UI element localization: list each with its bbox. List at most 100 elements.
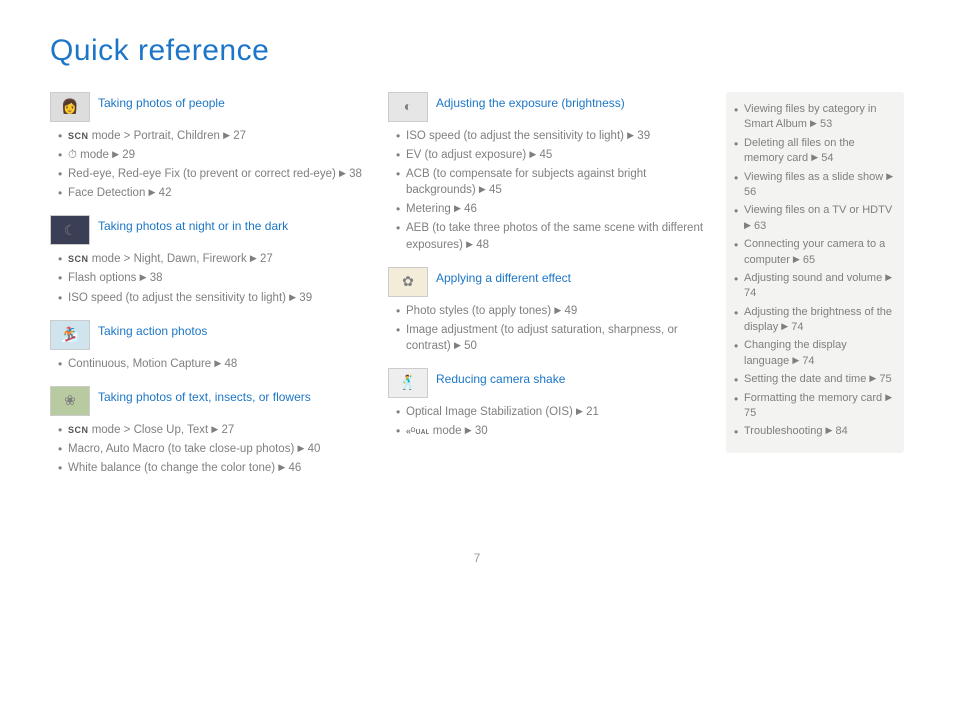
section-icon: ◐: [388, 92, 428, 122]
section: ✿Applying a different effectPhoto styles…: [388, 267, 708, 354]
page-ref[interactable]: 49: [564, 305, 577, 317]
page-ref[interactable]: 27: [260, 253, 273, 265]
page-ref[interactable]: 42: [159, 187, 172, 199]
page-ref[interactable]: 48: [476, 239, 489, 251]
page-ref[interactable]: 50: [464, 340, 477, 352]
arrow-icon: ▶: [529, 149, 536, 159]
page-title: Quick reference: [50, 30, 904, 72]
arrow-icon: ▶: [454, 340, 461, 350]
column-2: ◐Adjusting the exposure (brightness)ISO …: [388, 92, 708, 490]
section-title[interactable]: Taking action photos: [98, 320, 207, 340]
list-item: Viewing files by category in Smart Album…: [734, 102, 894, 133]
list-item: SCN mode > Portrait, Children ▶ 27: [58, 128, 370, 144]
list-item: Metering ▶ 46: [396, 201, 708, 217]
page-ref[interactable]: 40: [308, 443, 321, 455]
list-item: Troubleshooting ▶ 84: [734, 424, 894, 439]
arrow-icon: ▶: [554, 305, 561, 315]
arrow-icon: ▶: [869, 373, 876, 383]
page-ref[interactable]: 39: [637, 130, 650, 142]
page-ref[interactable]: 63: [754, 220, 766, 232]
section-title[interactable]: Taking photos of text, insects, or flowe…: [98, 386, 311, 406]
page-ref[interactable]: 53: [820, 118, 832, 130]
list-item: Viewing files on a TV or HDTV ▶ 63: [734, 203, 894, 234]
page-ref[interactable]: 46: [464, 203, 477, 215]
arrow-icon: ▶: [627, 130, 634, 140]
list-item: EV (to adjust exposure) ▶ 45: [396, 147, 708, 163]
arrow-icon: ▶: [792, 355, 799, 365]
list-item: ACB (to compensate for subjects against …: [396, 166, 708, 198]
item-text: Formatting the memory card: [744, 392, 885, 404]
page-ref[interactable]: 74: [791, 321, 803, 333]
dual-icon: «ᴰᴜᴀʟ: [406, 426, 430, 436]
section-list: Continuous, Motion Capture ▶ 48: [58, 356, 370, 372]
columns: 👩Taking photos of peopleSCN mode > Portr…: [50, 92, 904, 490]
arrow-icon: ▶: [744, 220, 751, 230]
page-ref[interactable]: 21: [586, 406, 599, 418]
item-text: mode: [430, 425, 465, 437]
arrow-icon: ▶: [297, 443, 304, 453]
section: ❀ Taking photos of text, insects, or flow…: [50, 386, 370, 476]
list-item: Red-eye, Red-eye Fix (to prevent or corr…: [58, 166, 370, 182]
page-ref[interactable]: 45: [540, 149, 553, 161]
list-item: Macro, Auto Macro (to take close-up phot…: [58, 441, 370, 457]
page-ref[interactable]: 30: [475, 425, 488, 437]
arrow-icon: ▶: [149, 187, 156, 197]
page-ref[interactable]: 74: [802, 355, 814, 367]
page-ref[interactable]: 54: [821, 152, 833, 164]
arrow-icon: ▶: [465, 425, 472, 435]
arrow-icon: ▶: [793, 254, 800, 264]
page-ref[interactable]: 45: [489, 184, 502, 196]
page-ref[interactable]: 74: [744, 287, 756, 299]
page-ref[interactable]: 38: [150, 272, 163, 284]
arrow-icon: ▶: [810, 118, 817, 128]
arrow-icon: ▶: [826, 425, 833, 435]
list-item: Adjusting the brightness of the display …: [734, 305, 894, 336]
column-1: 👩Taking photos of peopleSCN mode > Portr…: [50, 92, 370, 490]
arrow-icon: ▶: [214, 358, 221, 368]
page-ref[interactable]: 27: [221, 424, 234, 436]
item-text: Troubleshooting: [744, 425, 826, 437]
page-ref[interactable]: 27: [233, 130, 246, 142]
list-item: Photo styles (to apply tones) ▶ 49: [396, 303, 708, 319]
arrow-icon: ▶: [140, 272, 147, 282]
page-ref[interactable]: 29: [122, 149, 135, 161]
section-title[interactable]: Applying a different effect: [436, 267, 571, 287]
section-list: Photo styles (to apply tones) ▶ 49 Image …: [396, 303, 708, 354]
arrow-icon: ▶: [211, 424, 218, 434]
arrow-icon: ▶: [278, 462, 285, 472]
arrow-icon: ▶: [112, 149, 119, 159]
item-text: Adjusting the brightness of the display: [744, 306, 892, 333]
section-title[interactable]: Adjusting the exposure (brightness): [436, 92, 625, 112]
scn-icon: SCN: [68, 254, 89, 264]
list-item: Connecting your camera to a computer ▶ 6…: [734, 237, 894, 268]
section-title[interactable]: Reducing camera shake: [436, 368, 565, 388]
page-ref[interactable]: 38: [349, 168, 362, 180]
page-ref[interactable]: 84: [836, 425, 848, 437]
list-item: Image adjustment (to adjust saturation, …: [396, 322, 708, 354]
page-ref[interactable]: 48: [225, 358, 238, 370]
arrow-icon: ▶: [885, 272, 892, 282]
item-text: Deleting all files on the memory card: [744, 137, 855, 164]
list-item: «ᴰᴜᴀʟ mode ▶ 30: [396, 423, 708, 439]
page-ref[interactable]: 75: [744, 407, 756, 419]
section-title[interactable]: Taking photos of people: [98, 92, 225, 112]
page-ref[interactable]: 75: [879, 373, 891, 385]
page-ref[interactable]: 65: [803, 254, 815, 266]
page-ref[interactable]: 39: [299, 292, 312, 304]
side-box: Viewing files by category in Smart Album…: [726, 92, 904, 453]
section-icon: 🕺: [388, 368, 428, 398]
section: ☾Taking photos at night or in the darkSC…: [50, 215, 370, 305]
arrow-icon: ▶: [250, 253, 257, 263]
item-text: Macro, Auto Macro (to take close-up phot…: [68, 443, 297, 455]
list-item: Deleting all files on the memory card ▶ …: [734, 136, 894, 167]
page-ref[interactable]: 56: [744, 186, 756, 198]
item-text: ISO speed (to adjust the sensitivity to …: [68, 292, 289, 304]
section-title[interactable]: Taking photos at night or in the dark: [98, 215, 288, 235]
item-text: Photo styles (to apply tones): [406, 305, 554, 317]
section-list: SCN mode > Close Up, Text ▶ 27Macro, Aut…: [58, 422, 370, 476]
list-item: White balance (to change the color tone)…: [58, 460, 370, 476]
list-item: Adjusting sound and volume ▶ 74: [734, 271, 894, 302]
section-icon: ❀: [50, 386, 90, 416]
arrow-icon: ▶: [289, 292, 296, 302]
page-ref[interactable]: 46: [288, 462, 301, 474]
